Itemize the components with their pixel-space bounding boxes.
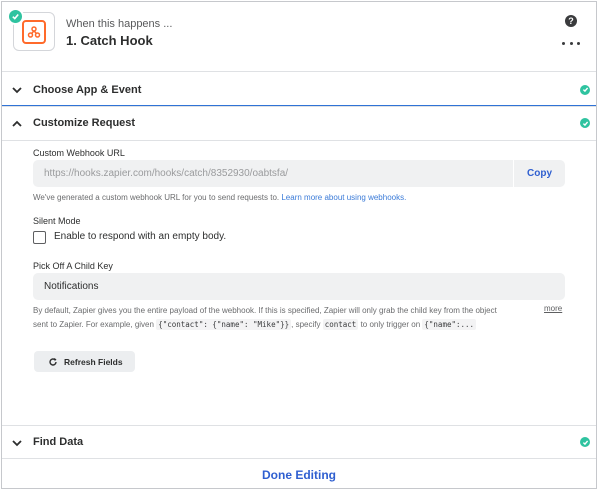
- step-panel: When this happens ... 1. Catch Hook ? Ch…: [1, 1, 597, 489]
- code-example: {"contact": {"name": "Mike"}}: [156, 319, 292, 330]
- refresh-fields-button[interactable]: Refresh Fields: [34, 351, 135, 372]
- help-icon[interactable]: ?: [565, 15, 577, 27]
- refresh-icon: [49, 357, 57, 366]
- section-choose-app-event[interactable]: Choose App & Event: [2, 73, 596, 107]
- more-link[interactable]: more: [544, 304, 562, 313]
- refresh-fields-label: Refresh Fields: [64, 356, 123, 367]
- done-editing-button[interactable]: Done Editing: [2, 460, 596, 488]
- silent-mode-label: Silent Mode: [33, 216, 81, 226]
- child-key-input[interactable]: Notifications: [33, 273, 565, 300]
- child-key-label: Pick Off A Child Key: [33, 261, 113, 271]
- webhook-help-text: We've generated a custom webhook URL for…: [33, 193, 407, 202]
- complete-check-icon: [580, 118, 590, 128]
- section-label: Choose App & Event: [33, 83, 142, 96]
- step-header[interactable]: When this happens ... 1. Catch Hook ?: [2, 2, 596, 72]
- step-subtitle: When this happens ...: [66, 18, 173, 30]
- step-title: 1. Catch Hook: [66, 33, 153, 48]
- code-example: {"name":...: [422, 319, 477, 330]
- silent-mode-checkbox[interactable]: [33, 231, 46, 244]
- section-customize-request[interactable]: Customize Request: [2, 105, 596, 141]
- complete-check-icon: [580, 84, 590, 95]
- step-complete-check-icon: [7, 8, 24, 25]
- learn-more-webhooks-link[interactable]: Learn more about using webhooks.: [281, 193, 406, 202]
- copy-button[interactable]: Copy: [513, 160, 565, 187]
- webhook-url-field[interactable]: https://hooks.zapier.com/hooks/catch/835…: [33, 160, 565, 187]
- chevron-down-icon: [12, 440, 22, 447]
- child-key-value: Notifications: [44, 281, 99, 292]
- webhook-icon: [22, 19, 46, 44]
- silent-mode-checkbox-label[interactable]: Enable to respond with an empty body.: [54, 231, 226, 242]
- section-find-data[interactable]: Find Data: [2, 425, 596, 459]
- more-options-icon[interactable]: [562, 38, 580, 48]
- webhook-url-label: Custom Webhook URL: [33, 148, 125, 158]
- chevron-down-icon: [12, 87, 22, 94]
- complete-check-icon: [580, 437, 590, 447]
- section-label: Find Data: [33, 436, 84, 448]
- code-example: contact: [322, 319, 359, 330]
- child-key-help-line1: By default, Zapier gives you the entire …: [33, 306, 497, 315]
- section-label: Customize Request: [33, 117, 136, 129]
- chevron-up-icon: [12, 120, 22, 127]
- webhook-url-value: https://hooks.zapier.com/hooks/catch/835…: [44, 168, 289, 179]
- child-key-help-line2: sent to Zapier. For example, given {"con…: [33, 319, 477, 330]
